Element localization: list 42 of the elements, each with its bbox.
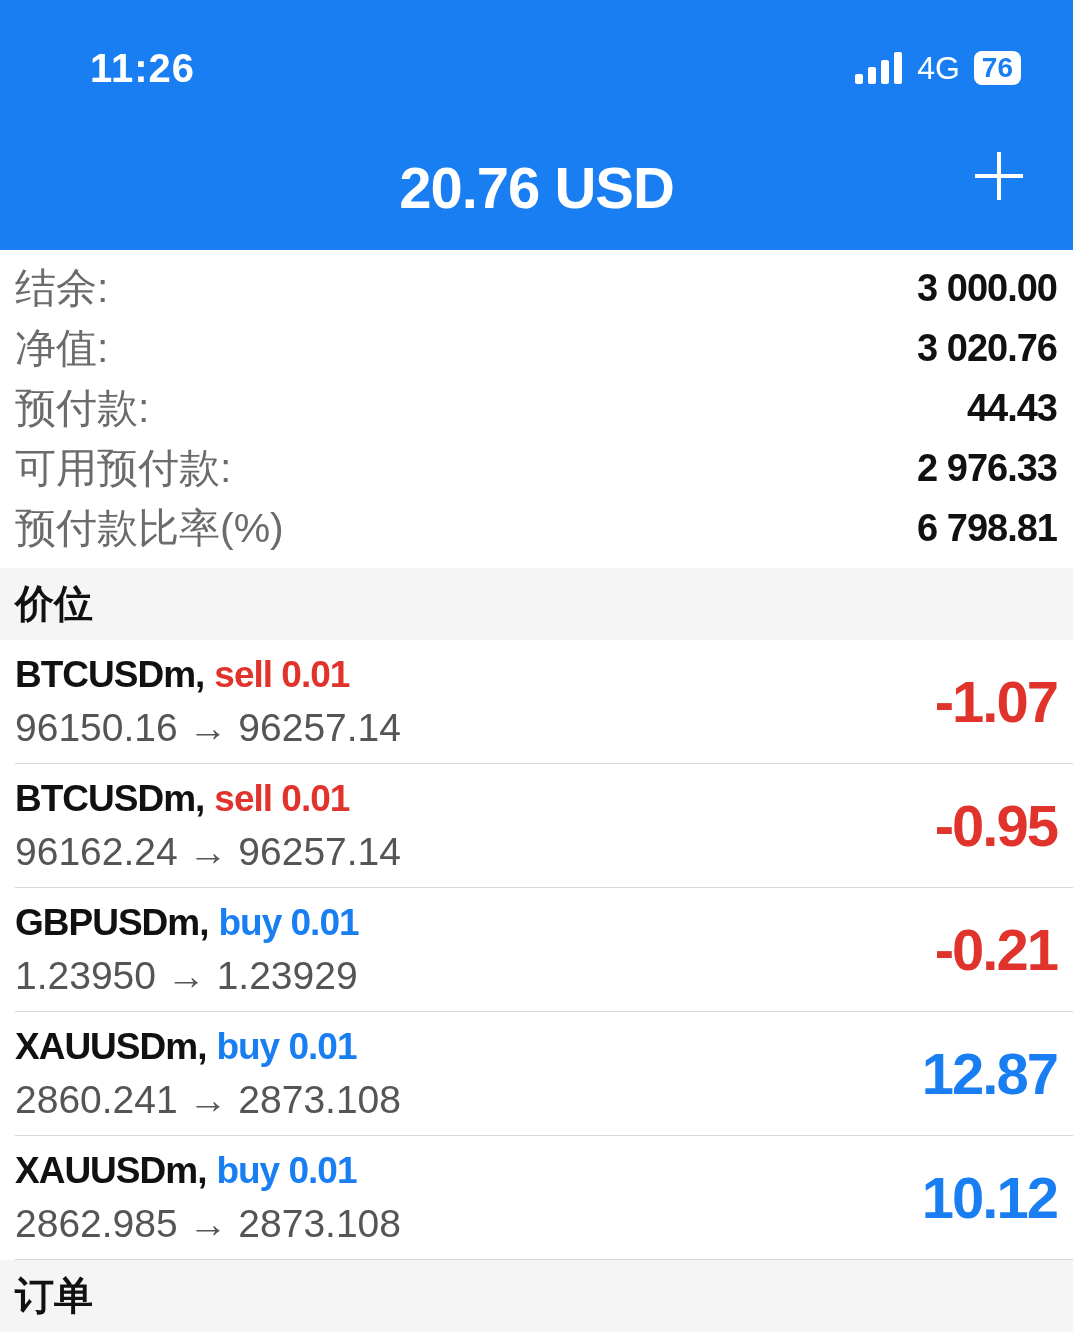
summary-label: 预付款比率(%) [15,503,284,553]
symbol-label: XAUUSDm, [15,1025,207,1068]
order-type: buy 0.01 [216,1149,357,1192]
summary-label: 净值: [15,323,109,373]
summary-value: 3 020.76 [917,326,1057,370]
battery-level: 76 [973,51,1021,85]
symbol-label: BTCUSDm, [15,777,205,820]
summary-label: 可用预付款: [15,443,232,493]
symbol-label: GBPUSDm, [15,901,209,944]
status-time: 11:26 [90,45,196,91]
signal-icon [855,52,904,84]
order-type: buy 0.01 [218,901,359,944]
position-row[interactable]: XAUUSDm, buy 0.01 2860.241 → 2873.108 12.87 [15,1012,1073,1136]
network-label: 4G [917,49,960,87]
summary-label: 预付款: [15,383,150,433]
symbol-label: BTCUSDm, [15,653,205,696]
profit-value: 10.12 [921,1164,1057,1231]
order-type: sell 0.01 [214,653,350,696]
position-row[interactable]: BTCUSDm, sell 0.01 96162.24 → 96257.14 -0.95 [15,764,1073,888]
balance-title: 20.76 USD [399,153,674,221]
profit-value: -1.07 [934,668,1057,735]
summary-value: 2 976.33 [917,446,1057,490]
price-range: 96150.16 → 96257.14 [15,705,401,750]
section-title: 价位 [15,581,93,627]
price-range: 2860.241 → 2873.108 [15,1077,401,1122]
summary-value: 3 000.00 [917,266,1057,310]
position-row[interactable]: BTCUSDm, sell 0.01 96150.16 → 96257.14 -1.07 [15,640,1073,764]
position-row[interactable]: GBPUSDm, buy 0.01 1.23950 → 1.23929 -0.21 [15,888,1073,1012]
profit-value: -0.95 [934,792,1057,859]
order-type: sell 0.01 [214,777,350,820]
profit-value: 12.87 [921,1040,1057,1107]
price-range: 1.23950 → 1.23929 [15,953,359,998]
add-button[interactable] [973,150,1025,202]
order-type: buy 0.01 [216,1025,357,1068]
summary-value: 6 798.81 [917,506,1057,550]
price-range: 2862.985 → 2873.108 [15,1201,401,1246]
profit-value: -0.21 [934,916,1057,983]
summary-label: 结余: [15,263,109,313]
price-range: 96162.24 → 96257.14 [15,829,401,874]
summary-value: 44.43 [966,386,1057,430]
section-title: 订单 [15,1273,93,1319]
symbol-label: XAUUSDm, [15,1149,207,1192]
